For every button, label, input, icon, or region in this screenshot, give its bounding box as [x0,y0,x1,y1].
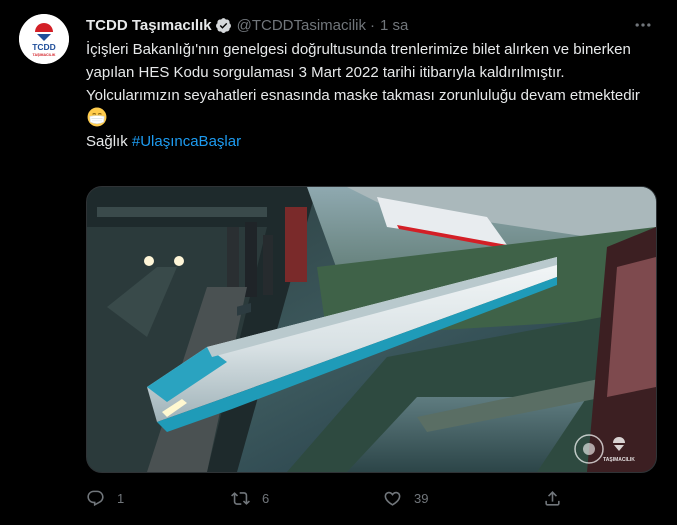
reply-icon [87,490,104,506]
tweet-paragraph-2-text: Yolcularımızın seyahatleri esnasında mas… [86,87,640,104]
more-options-icon [635,23,651,27]
avatar[interactable]: TCDD TAŞIMACILIK [19,14,69,64]
share-button[interactable] [543,489,562,508]
retweet-icon [231,491,250,505]
tweet-paragraph-1: İçişleri Bakanlığı'nın genelgesi doğrult… [86,41,631,81]
like-count: 39 [414,490,429,506]
tweet[interactable]: TCDD TAŞIMACILIK TCDD Taşımacılık @TCDDT… [0,0,677,525]
account-name[interactable]: TCDD Taşımacılık [86,17,212,34]
image-watermark-label: TAŞIMACILIK [603,457,635,463]
tweet-header: TCDD Taşımacılık @TCDDTasimacilik · 1 sa [86,14,408,36]
tweet-paragraph-3: Sağlık #UlaşıncaBaşlar [86,130,646,153]
reply-count: 1 [117,490,125,506]
reply-button[interactable]: 1 [86,489,231,508]
more-options-button[interactable] [631,14,655,36]
retweet-count: 6 [262,490,270,506]
face-mask-emoji-icon [87,107,107,127]
header-separator: · [370,16,376,34]
tweet-timestamp[interactable]: 1 sa [380,17,408,34]
tweet-image[interactable]: TAŞIMACILIK [86,186,657,473]
share-icon [545,490,560,506]
tweet-text: İçişleri Bakanlığı'nın genelgesi doğrult… [86,38,646,153]
like-button[interactable]: 39 [383,489,543,508]
avatar-label: TCDD [32,42,56,52]
tweet-paragraph-3-prefix: Sağlık [86,133,132,150]
like-icon [384,491,401,506]
hashtag-link[interactable]: #UlaşıncaBaşlar [132,133,241,150]
tcdd-logo-icon: TCDD TAŞIMACILIK [19,14,69,64]
retweet-button[interactable]: 6 [231,489,383,508]
account-handle[interactable]: @TCDDTasimacilik [237,17,366,34]
tweet-paragraph-2: Yolcularımızın seyahatleri esnasında mas… [86,84,646,130]
verified-badge-icon [215,17,231,33]
train-collage-image: TAŞIMACILIK [87,187,656,472]
tweet-actions: 1 6 39 [86,486,566,510]
avatar-sublabel: TAŞIMACILIK [33,53,56,57]
